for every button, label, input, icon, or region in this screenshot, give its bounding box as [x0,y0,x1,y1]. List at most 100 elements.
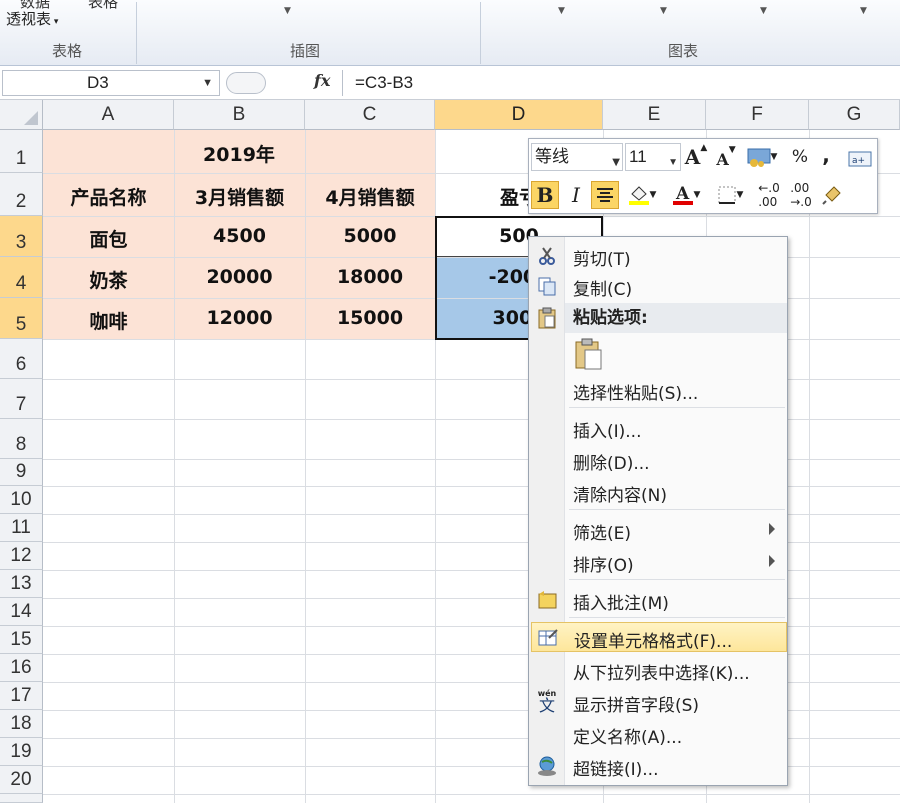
menu-item-insert[interactable]: 插入(I)... [531,413,787,443]
chevron-down-icon[interactable]: ▼ [760,6,767,16]
chevron-down-icon[interactable]: ▼ [860,6,867,16]
copy-icon [535,274,559,298]
row-header[interactable]: 19 [0,738,43,766]
march-cell[interactable]: 12000 [174,307,305,329]
april-cell[interactable]: 15000 [305,307,435,329]
march-cell[interactable]: 20000 [174,266,305,288]
menu-item-define-name[interactable]: 定义名称(A)... [531,719,787,749]
chevron-down-icon[interactable]: ▼ [660,6,667,16]
header-cell-april[interactable]: 4月销售额 [305,183,435,210]
menu-item-paste-special[interactable]: 选择性粘贴(S)... [531,375,787,405]
title-cell[interactable]: 2019年 [43,140,435,167]
formula-cancel-enter[interactable] [226,72,266,94]
chevron-down-icon[interactable]: ▼ [771,152,778,162]
row-header[interactable]: 6 [0,339,43,379]
decrease-decimal-button[interactable]: .00 →.0 [787,181,815,209]
row-header[interactable]: 4 [0,257,43,298]
row-header[interactable] [0,794,43,803]
menu-item-pick-from-list[interactable]: 从下拉列表中选择(K)... [531,655,787,685]
menu-item-filter[interactable]: 筛选(E) [531,515,787,545]
column-header-c[interactable]: C [305,100,435,130]
column-header-e[interactable]: E [603,100,706,130]
chevron-down-icon[interactable]: ▼ [202,71,213,95]
number-format-button[interactable]: ▼ [745,143,779,171]
grid-line [43,794,900,795]
menu-item-clear-contents[interactable]: 清除内容(N) [531,477,787,507]
row-header[interactable]: 3 [0,216,43,257]
row-header[interactable]: 10 [0,486,43,514]
march-cell[interactable]: 4500 [174,225,305,247]
row-header[interactable]: 16 [0,654,43,682]
menu-separator [569,617,785,618]
formula-input[interactable]: =C3-B3 [342,70,898,96]
font-size-select[interactable]: 11 ▼ [625,143,681,171]
chevron-down-icon[interactable]: ▼ [558,6,565,16]
column-header-d[interactable]: D [435,100,603,130]
bold-button[interactable]: B [531,181,559,209]
grow-font-button[interactable]: A ▲ [685,143,707,171]
menu-item-format-cells[interactable]: 设置单元格格式(F)... [531,622,787,652]
menu-item-hyperlink[interactable]: 超链接(I)... [531,751,787,781]
row-header[interactable]: 17 [0,682,43,710]
mini-toolbar: 等线 ▼ 11 ▼ A ▲ A ▼ ▼ % , a+ B I ▼ A ▼ ▼ ←.0… [528,138,878,214]
shrink-font-icon: A [716,149,729,169]
row-header[interactable]: 5 [0,298,43,339]
row-header[interactable]: 2 [0,173,43,216]
select-all-corner[interactable] [0,100,43,130]
paste-button[interactable] [573,337,605,371]
row-header[interactable]: 1 [0,130,43,173]
row-header[interactable]: 14 [0,598,43,626]
chevron-down-icon[interactable]: ▼ [284,6,291,16]
column-header-b[interactable]: B [174,100,305,130]
fill-color-button[interactable]: ▼ [623,181,661,209]
row-header[interactable]: 12 [0,542,43,570]
name-box[interactable]: D3 ▼ [2,70,220,96]
menu-item-insert-comment[interactable]: 插入批注(M) [531,585,787,615]
comma-style-button[interactable]: , [819,141,833,169]
shrink-font-button[interactable]: A ▼ [715,145,737,173]
font-name-select[interactable]: 等线 ▼ [531,143,623,171]
chevron-down-icon[interactable]: ▼ [694,190,701,200]
percent-style-button[interactable]: % [789,143,811,171]
row-header[interactable]: 18 [0,710,43,738]
product-cell[interactable]: 面包 [43,225,174,252]
column-header-f[interactable]: F [706,100,809,130]
row-header[interactable]: 8 [0,419,43,459]
row-header[interactable]: 13 [0,570,43,598]
menu-item-show-pinyin[interactable]: wén 文 显示拼音字段(S) [531,687,787,717]
row-header[interactable]: 9 [0,459,43,486]
font-color-button[interactable]: A ▼ [667,181,705,209]
row-header[interactable]: 11 [0,514,43,542]
center-align-button[interactable] [591,181,619,209]
insert-function-icon[interactable]: fx [314,71,330,90]
header-cell-product[interactable]: 产品名称 [43,183,174,210]
format-painter-button[interactable] [819,181,845,209]
menu-item-copy[interactable]: 复制(C) [531,271,787,301]
pinyin-icon: wén 文 [537,689,557,715]
svg-text:a+: a+ [852,156,865,166]
group-label-illustrations: 插图 [290,42,321,60]
wrap-text-button[interactable]: a+ [847,145,873,173]
menu-item-cut[interactable]: 剪切(T) [531,241,787,271]
row-header[interactable]: 15 [0,626,43,654]
column-header-g[interactable]: G [809,100,900,130]
chevron-down-icon[interactable]: ▼ [737,190,744,200]
increase-decimal-button[interactable]: ←.0.00 [755,181,783,209]
product-cell[interactable]: 咖啡 [43,307,174,334]
italic-button[interactable]: I [565,181,587,209]
chevron-down-icon[interactable]: ▼ [668,150,678,176]
april-cell[interactable]: 5000 [305,225,435,247]
row-header[interactable]: 20 [0,766,43,794]
april-cell[interactable]: 18000 [305,266,435,288]
ribbon-cut-label: 表格 [88,0,119,11]
chevron-down-icon[interactable]: ▼ [612,150,620,176]
header-cell-march[interactable]: 3月销售额 [174,183,305,210]
menu-item-sort[interactable]: 排序(O) [531,547,787,577]
chevron-down-icon[interactable]: ▼ [650,190,657,200]
borders-button[interactable]: ▼ [711,181,749,209]
column-header-a[interactable]: A [43,100,174,130]
pivot-table-button[interactable]: 透视表 ▾ [6,8,58,29]
product-cell[interactable]: 奶茶 [43,266,174,293]
menu-item-delete[interactable]: 删除(D)... [531,445,787,475]
row-header[interactable]: 7 [0,379,43,419]
